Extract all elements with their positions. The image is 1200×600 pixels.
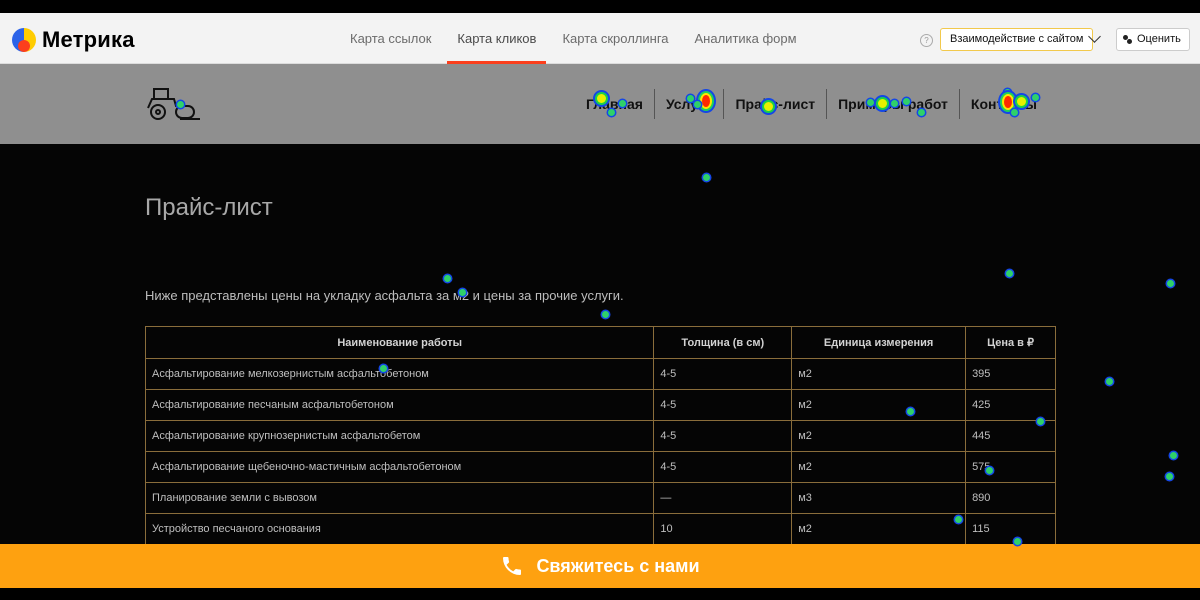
- click-heat-spot: [702, 95, 710, 107]
- click-heat-spot: [1003, 88, 1011, 96]
- header-unit: Единица измерения: [791, 326, 967, 359]
- rate-button[interactable]: Оценить: [1116, 28, 1190, 51]
- click-heat-spot: [1165, 472, 1173, 480]
- click-heat-spot: [458, 288, 466, 296]
- click-heat-spot: [954, 515, 962, 523]
- cell-price: 890: [965, 482, 1056, 514]
- metrika-logo-icon: [12, 28, 36, 52]
- metrika-logo[interactable]: Метрика: [12, 27, 135, 53]
- click-heat-spot: [1031, 93, 1039, 101]
- cell-unit: м2: [791, 389, 967, 421]
- click-heat-spot: [906, 407, 914, 415]
- nav-price-list[interactable]: Прайс-лист: [724, 89, 826, 119]
- table-row: Асфальтирование песчаным асфальтобетоном…: [144, 389, 1056, 421]
- rate-button-label: Оценить: [1137, 33, 1181, 45]
- cell-work-name: Асфальтирование щебеночно-мастичным асфа…: [144, 451, 655, 483]
- cell-price: 425: [965, 389, 1056, 421]
- click-heat-spot: [176, 100, 184, 108]
- click-heat-spot: [702, 173, 710, 181]
- top-strip: [0, 0, 1200, 13]
- cell-work-name: Асфальтирование мелкозернистым асфальтоб…: [144, 358, 655, 390]
- click-heat-spot: [1005, 269, 1013, 277]
- table-row: Асфальтирование мелкозернистым асфальтоб…: [144, 358, 1056, 390]
- cell-thickness: 4-5: [653, 451, 793, 483]
- cell-price: 395: [965, 358, 1056, 390]
- help-icon[interactable]: ?: [920, 34, 933, 47]
- header-work-name: Наименование работы: [144, 326, 655, 359]
- table-header-row: Наименование работы Толщина (в см) Едини…: [144, 326, 1056, 359]
- click-heat-spot: [877, 98, 887, 108]
- click-heat-spot: [1105, 377, 1113, 385]
- click-heat-spot: [443, 274, 451, 282]
- cell-thickness: —: [653, 482, 793, 514]
- tab-link-map[interactable]: Карта ссылок: [340, 13, 441, 64]
- click-heat-spot: [1004, 96, 1012, 108]
- bottom-strip: [0, 588, 1200, 600]
- cell-thickness: 4-5: [653, 389, 793, 421]
- tab-click-map[interactable]: Карта кликов: [447, 13, 547, 64]
- site-nav: Главная Услуги Прайс-лист Примеры работ …: [575, 64, 1048, 144]
- click-heat-spot: [618, 99, 626, 107]
- click-heat-spot: [763, 101, 773, 111]
- click-heat-spot: [917, 108, 925, 116]
- table-row: Планирование земли с вывозом — м3 890: [144, 482, 1056, 514]
- cell-unit: м2: [791, 420, 967, 452]
- click-heat-spot: [596, 93, 606, 103]
- map-tabs: Карта ссылок Карта кликов Карта скроллин…: [340, 13, 813, 64]
- cell-work-name: Планирование земли с вывозом: [144, 482, 655, 514]
- nav-home[interactable]: Главная: [575, 89, 654, 119]
- metrika-logo-text: Метрика: [42, 27, 135, 52]
- cell-price: 575: [965, 451, 1056, 483]
- price-table: Наименование работы Толщина (в см) Едини…: [144, 326, 1056, 545]
- click-heat-spot: [693, 100, 701, 108]
- click-heat-spot: [1010, 108, 1018, 116]
- page-title: Прайс-лист: [145, 194, 273, 221]
- contact-us-label: Свяжитесь с нами: [536, 555, 700, 576]
- cell-unit: м2: [791, 513, 967, 545]
- click-heat-spot: [379, 364, 387, 372]
- tab-scroll-map[interactable]: Карта скроллинга: [552, 13, 678, 64]
- click-heat-spot: [1166, 279, 1174, 287]
- click-heat-spot: [985, 466, 993, 474]
- click-heat-spot: [607, 108, 615, 116]
- phone-icon: [503, 557, 522, 575]
- cell-thickness: 10: [653, 513, 793, 545]
- tab-form-analytics[interactable]: Аналитика форм: [685, 13, 807, 64]
- table-row: Асфальтирование щебеночно-мастичным асфа…: [144, 451, 1056, 483]
- header-price: Цена в ₽: [965, 326, 1056, 359]
- cell-thickness: 4-5: [653, 420, 793, 452]
- cell-unit: м3: [791, 482, 967, 514]
- click-heat-spot: [866, 98, 874, 106]
- cell-thickness: 4-5: [653, 358, 793, 390]
- click-heat-spot: [1013, 537, 1021, 545]
- cell-price: 115: [965, 513, 1056, 545]
- header-thickness: Толщина (в см): [653, 326, 793, 359]
- intro-text: Ниже представлены цены на укладку асфаль…: [145, 288, 624, 303]
- road-roller-logo-icon[interactable]: [144, 86, 202, 122]
- click-heat-spot: [1016, 96, 1026, 106]
- cell-price: 445: [965, 420, 1056, 452]
- table-row: Устройство песчаного основания 10 м2 115: [144, 513, 1056, 545]
- click-heat-spot: [890, 99, 898, 107]
- nav-services[interactable]: Услуги: [655, 89, 724, 119]
- cell-unit: м2: [791, 358, 967, 390]
- click-heat-spot: [902, 97, 910, 105]
- cell-work-name: Асфальтирование крупнозернистым асфальто…: [144, 420, 655, 452]
- site-interaction-button[interactable]: Взаимодействие с сайтом: [940, 28, 1094, 51]
- table-row: Асфальтирование крупнозернистым асфальто…: [144, 420, 1056, 452]
- cell-work-name: Асфальтирование песчаным асфальтобетоном: [144, 389, 655, 421]
- cell-work-name: Устройство песчаного основания: [144, 513, 655, 545]
- click-heat-spot: [1169, 451, 1177, 459]
- rate-icon: [1123, 35, 1133, 45]
- cell-unit: м2: [791, 451, 967, 483]
- click-heat-spot: [1036, 417, 1044, 425]
- click-heat-spot: [601, 310, 609, 318]
- click-heat-spot: [686, 94, 694, 102]
- metrika-toolbar: Метрика Карта ссылок Карта кликов Карта …: [0, 13, 1200, 64]
- contact-us-button[interactable]: Свяжитесь с нами: [0, 544, 1200, 588]
